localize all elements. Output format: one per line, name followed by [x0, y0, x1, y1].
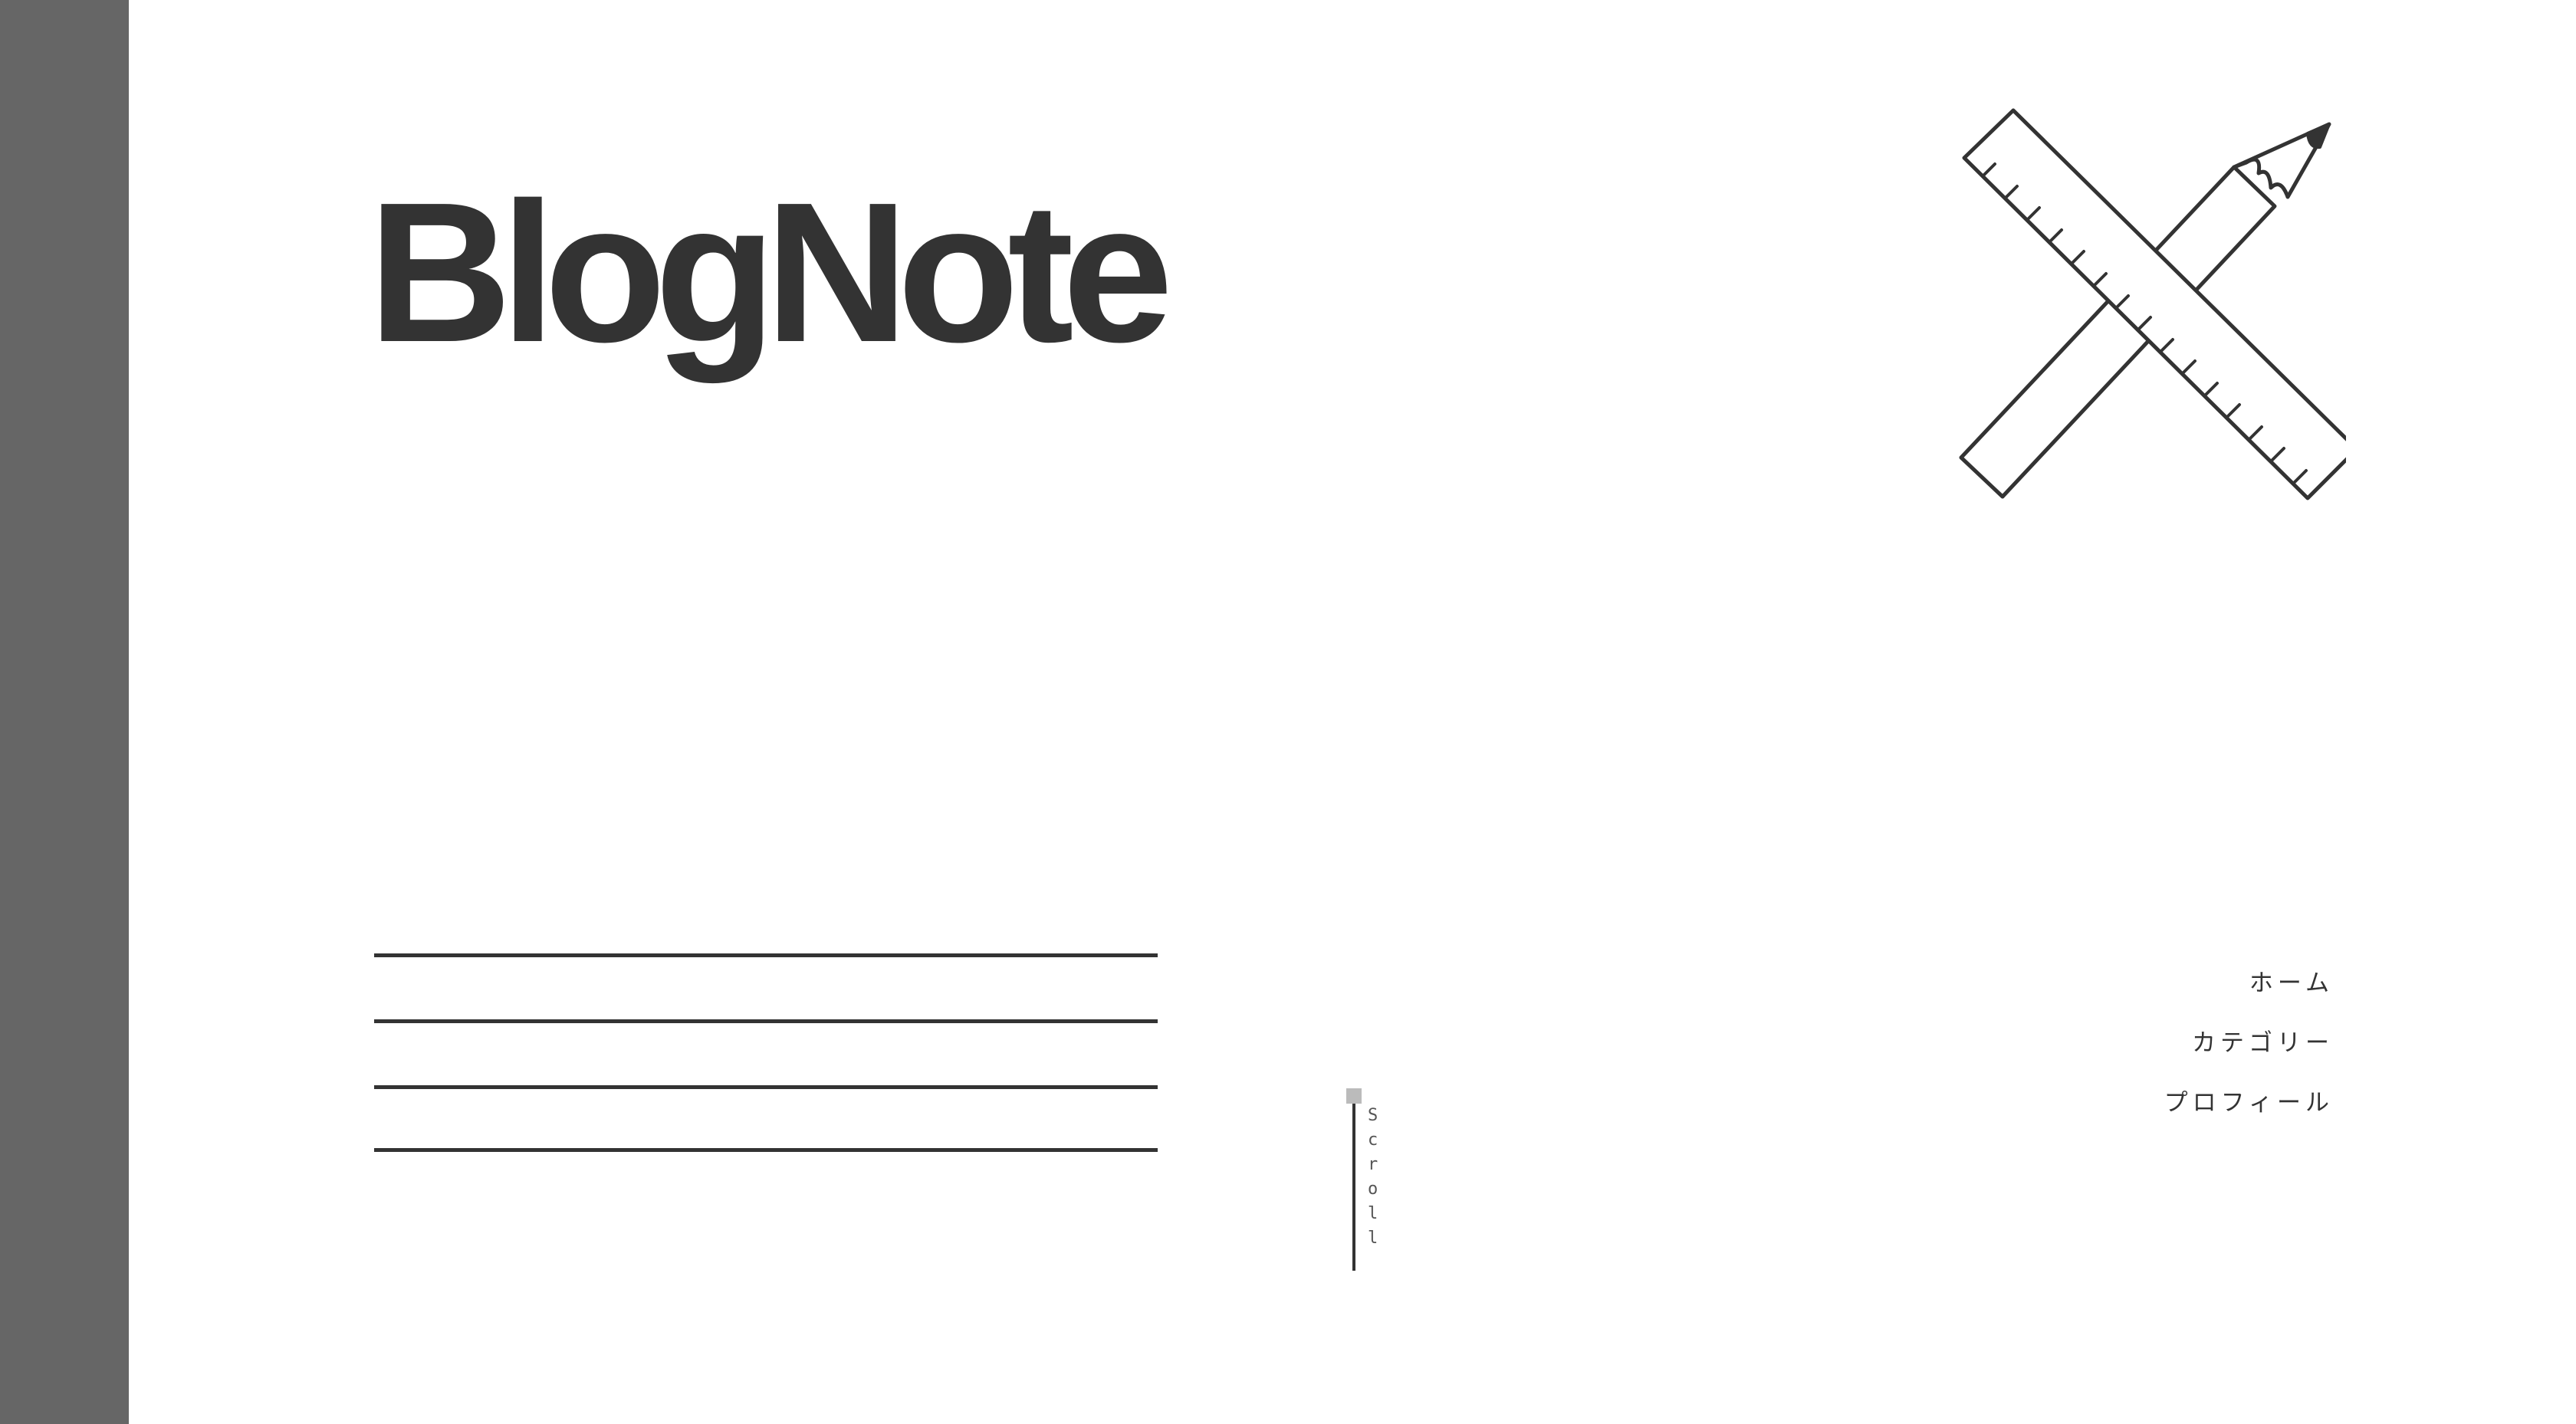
- main-nav: ホーム カテゴリー プロフィール: [2164, 964, 2334, 1143]
- scroll-line: [1352, 1104, 1355, 1271]
- ruler-pencil-cross-icon: [1959, 108, 2346, 500]
- nav-item-home[interactable]: ホーム: [2164, 964, 2334, 1024]
- pencil-lead: [2306, 123, 2331, 149]
- scroll-label: Scroll: [1368, 1106, 1378, 1248]
- ruled-line-2: [374, 1019, 1158, 1023]
- ruled-line-4: [374, 1148, 1158, 1152]
- page: BlogNote ホーム カテゴリー プロフィール Scroll: [0, 0, 2576, 1424]
- nav-item-category[interactable]: カテゴリー: [2164, 1024, 2334, 1084]
- left-side-bar: [0, 0, 129, 1424]
- ruled-line-1: [374, 953, 1158, 957]
- scroll-indicator[interactable]: Scroll: [1345, 1088, 1391, 1271]
- site-logo[interactable]: BlogNote: [368, 173, 1173, 372]
- scroll-knob: [1346, 1088, 1362, 1104]
- ruled-line-3: [374, 1085, 1158, 1089]
- nav-item-profile[interactable]: プロフィール: [2164, 1084, 2334, 1143]
